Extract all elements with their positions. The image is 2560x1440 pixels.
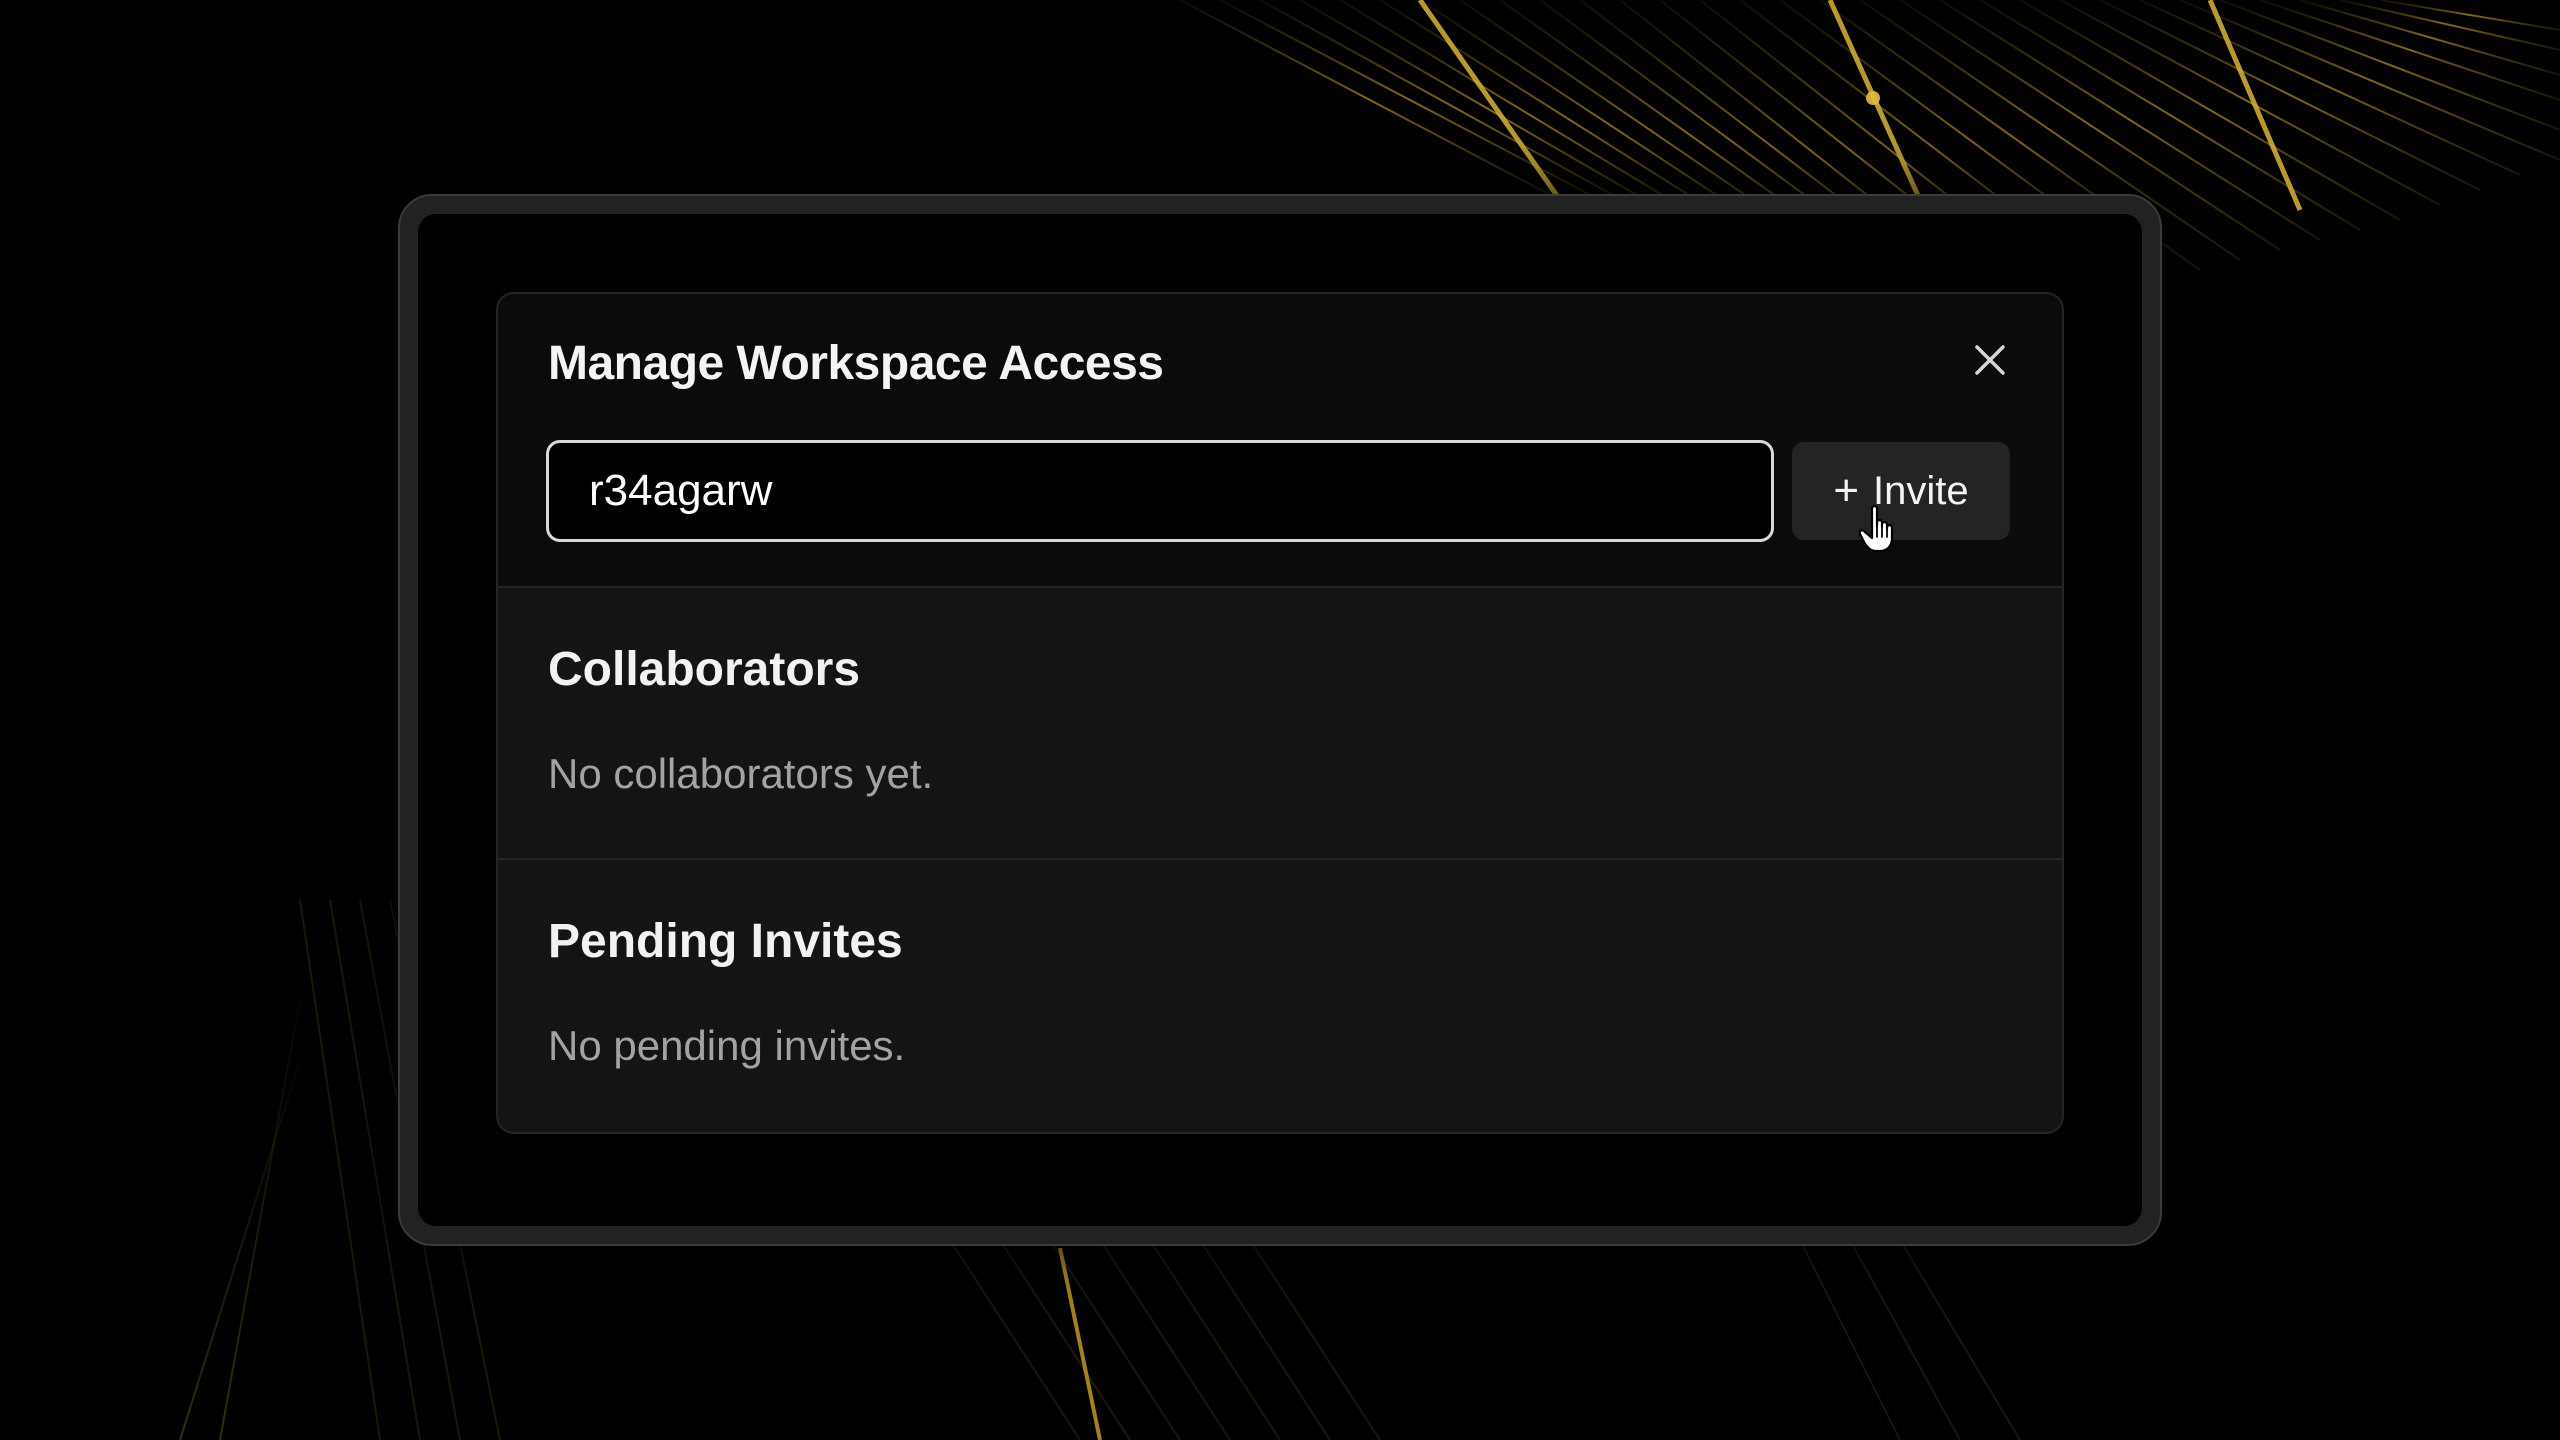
frame-screen: Manage Workspace Access + Invite xyxy=(418,214,2142,1226)
dialog-header: Manage Workspace Access + Invite xyxy=(498,294,2062,588)
pending-invites-empty-text: No pending invites. xyxy=(548,1022,906,1069)
top-right-bright-strands xyxy=(1417,0,2303,211)
manage-access-dialog: Manage Workspace Access + Invite xyxy=(496,292,2064,1134)
invite-username-input[interactable] xyxy=(546,440,1774,542)
bottom-bright-strand xyxy=(1058,1247,1102,1440)
pending-invites-section: Pending Invites No pending invites. xyxy=(498,860,2062,1132)
dialog-title: Manage Workspace Access xyxy=(548,337,1164,390)
hand-pointer-cursor-icon xyxy=(1858,505,1894,553)
invite-button[interactable]: + Invite xyxy=(1792,442,2010,540)
plus-icon: + xyxy=(1833,466,1860,515)
close-button[interactable] xyxy=(1968,338,2012,382)
collaborators-heading: Collaborators xyxy=(548,643,861,696)
close-icon xyxy=(1975,345,2005,375)
node-dot xyxy=(1866,91,1880,105)
collaborators-section: Collaborators No collaborators yet. xyxy=(498,588,2062,860)
pending-invites-heading: Pending Invites xyxy=(548,915,903,968)
collaborators-empty-text: No collaborators yet. xyxy=(548,750,934,797)
device-frame: Manage Workspace Access + Invite xyxy=(398,194,2162,1246)
screen: Manage Workspace Access + Invite xyxy=(0,0,2560,1440)
